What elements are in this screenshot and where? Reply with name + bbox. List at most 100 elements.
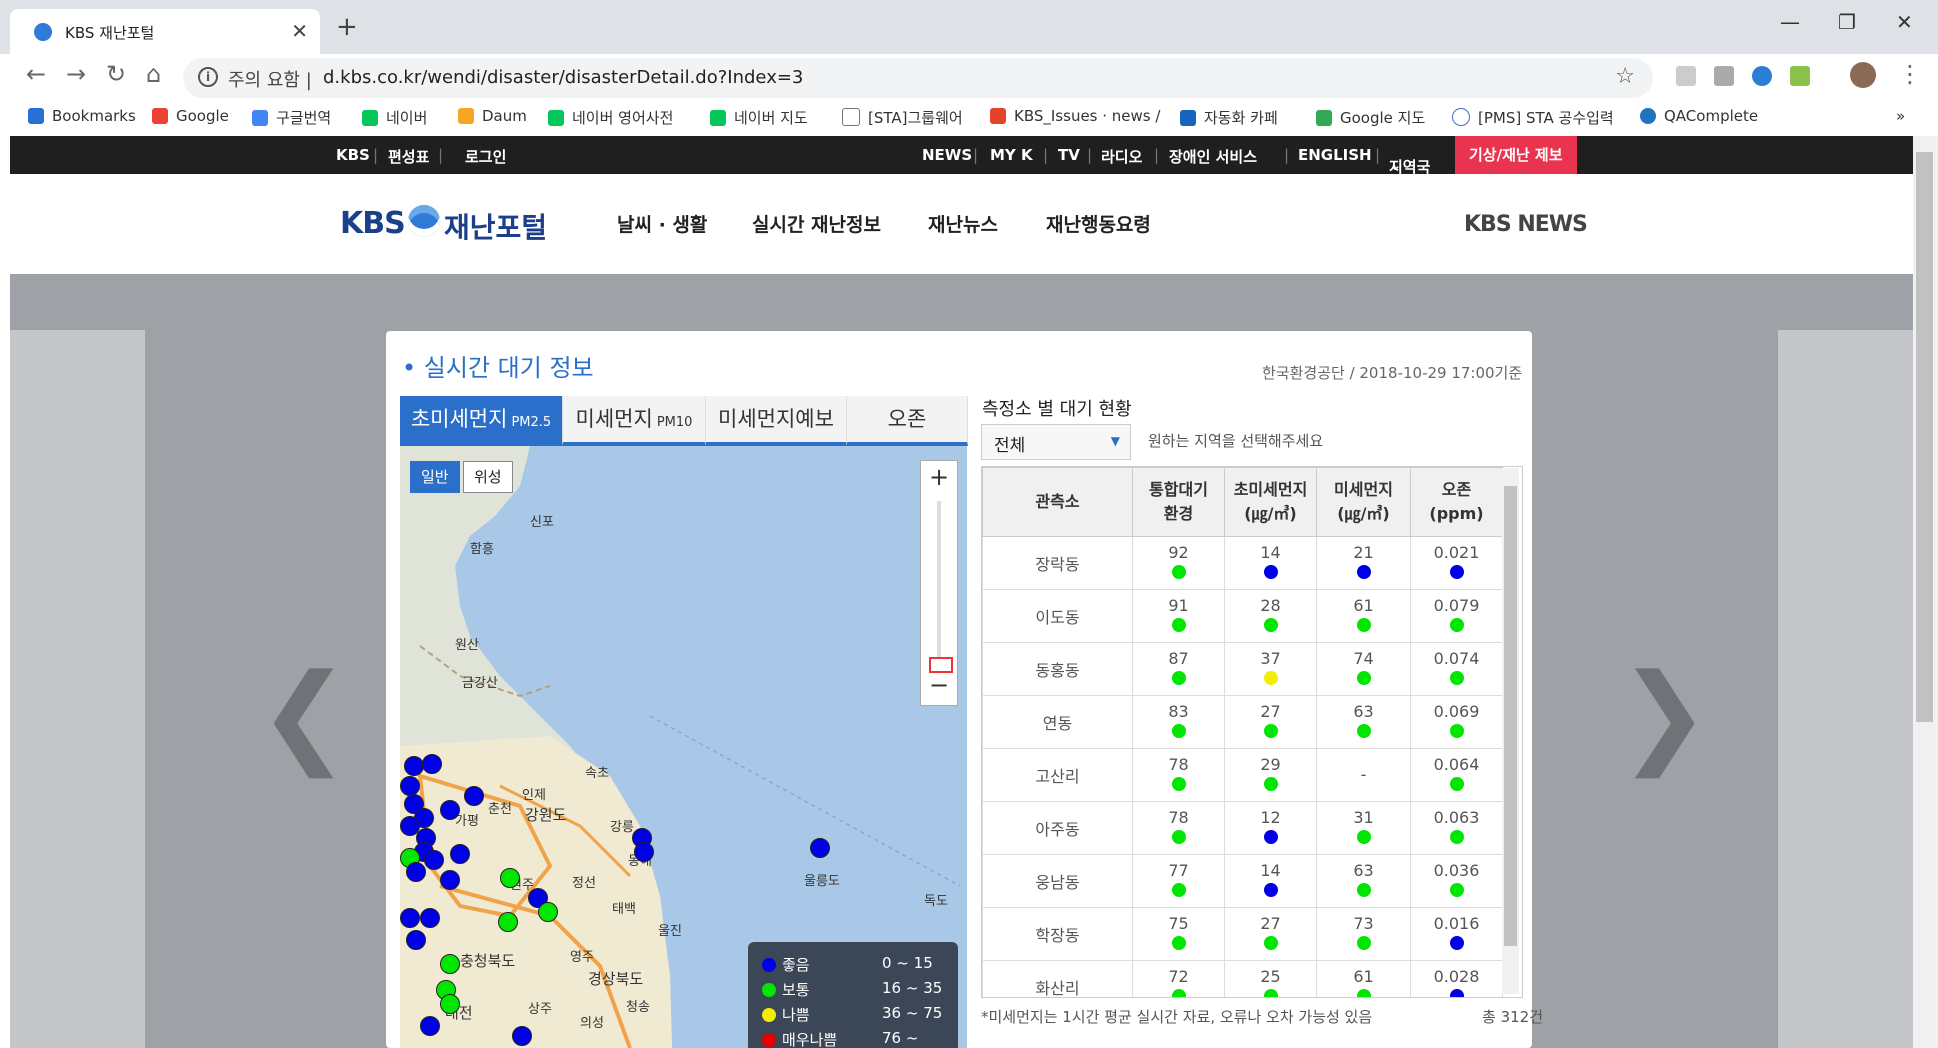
menu-action-guide[interactable]: 재난행동요령 <box>1046 210 1151 237</box>
zoom-in-button[interactable]: + <box>921 463 957 491</box>
station-marker[interactable] <box>406 862 426 882</box>
station-marker[interactable] <box>450 844 470 864</box>
table-row[interactable]: 학장동 75 27 73 0.016 <box>982 907 1503 961</box>
gnb-link-kbs[interactable]: KBS <box>336 146 370 164</box>
gnb-link-radio[interactable]: 라디오 <box>1101 146 1142 167</box>
extension-arrows-icon[interactable] <box>1752 66 1772 86</box>
address-bar[interactable]: i 주의 요함 | d.kbs.co.kr/wendi/disaster/dis… <box>183 58 1653 98</box>
site-logo-text[interactable]: 재난포털 <box>444 206 547 246</box>
tab-ozone[interactable]: 오존 <box>847 396 968 446</box>
bookmark-star-icon[interactable]: ☆ <box>1615 64 1635 89</box>
bookmark-item[interactable]: QAComplete <box>1640 107 1758 125</box>
table-row[interactable]: 고산리 78 29 - 0.064 <box>982 748 1503 802</box>
bookmark-item[interactable]: [PMS] STA 공수입력 <box>1452 107 1614 128</box>
tab-pm10[interactable]: 미세먼지 PM10 <box>563 396 706 446</box>
zoom-track[interactable] <box>937 501 941 661</box>
table-row[interactable]: 화산리 72 25 61 0.028 <box>982 960 1503 997</box>
station-marker[interactable] <box>810 838 830 858</box>
reload-icon[interactable]: ↻ <box>106 60 126 88</box>
station-marker[interactable] <box>440 870 460 890</box>
city-label: 상주 <box>528 1002 552 1017</box>
table-row[interactable]: 연동 83 27 63 0.069 <box>982 695 1503 749</box>
gnb-link-schedule[interactable]: 편성표 <box>388 146 429 167</box>
table-row[interactable]: 동홍동 87 37 74 0.074 <box>982 642 1503 696</box>
restore-icon[interactable]: ❐ <box>1838 10 1856 34</box>
zoom-control[interactable]: + − <box>920 460 958 706</box>
station-marker[interactable] <box>440 800 460 820</box>
bookmark-item[interactable]: Bookmarks <box>28 107 136 125</box>
bookmark-item[interactable]: 구글번역 <box>252 107 331 128</box>
station-marker[interactable] <box>424 850 444 870</box>
bookmarks-overflow[interactable]: » <box>1896 107 1905 125</box>
station-marker[interactable] <box>634 842 654 862</box>
prev-arrow-icon[interactable]: ❮ <box>258 650 350 778</box>
bookmark-item[interactable]: 네이버 영어사전 <box>548 107 673 128</box>
region-select[interactable]: 전체 ▼ <box>981 424 1131 460</box>
station-marker[interactable] <box>406 930 426 950</box>
extension-ex-icon[interactable] <box>1714 66 1734 86</box>
extension-ladder-icon[interactable] <box>1790 66 1810 86</box>
home-icon[interactable]: ⌂ <box>146 60 161 88</box>
profile-avatar[interactable] <box>1850 62 1876 88</box>
menu-weather[interactable]: 날씨 · 생활 <box>617 210 707 237</box>
table-row[interactable]: 이도동 91 28 61 0.079 <box>982 589 1503 643</box>
window-close-icon[interactable]: ✕ <box>1896 10 1913 34</box>
url-text[interactable]: d.kbs.co.kr/wendi/disaster/disasterDetai… <box>323 67 803 88</box>
station-marker[interactable] <box>440 994 460 1014</box>
bookmark-item[interactable]: 네이버 <box>362 107 427 128</box>
kbs-logo[interactable]: KBS <box>340 206 406 241</box>
minimize-icon[interactable]: — <box>1780 10 1800 34</box>
gnb-link-accessibility[interactable]: 장애인 서비스 <box>1169 146 1257 167</box>
station-marker[interactable] <box>512 1026 532 1046</box>
forward-icon[interactable]: → <box>66 60 86 88</box>
value-text: 63 <box>1353 702 1374 721</box>
tab-forecast[interactable]: 미세먼지예보 <box>706 396 847 446</box>
bookmark-item[interactable]: Daum <box>458 107 527 125</box>
station-marker[interactable] <box>464 786 484 806</box>
station-marker[interactable] <box>400 776 420 796</box>
cell-khai: 78 <box>1132 748 1225 802</box>
map-type-satellite[interactable]: 위성 <box>463 461 513 493</box>
gnb-link-tv[interactable]: TV <box>1058 146 1080 164</box>
gnb-link-english[interactable]: ENGLISH <box>1298 146 1372 164</box>
bookmark-item[interactable]: KBS_Issues · news / <box>990 107 1160 125</box>
table-row[interactable]: 웅남동 77 14 63 0.036 <box>982 854 1503 908</box>
info-icon[interactable]: i <box>198 67 218 87</box>
station-marker[interactable] <box>440 954 460 974</box>
menu-disaster-news[interactable]: 재난뉴스 <box>928 210 998 237</box>
station-marker[interactable] <box>538 902 558 922</box>
station-marker[interactable] <box>498 912 518 932</box>
station-marker[interactable] <box>420 908 440 928</box>
table-scrollbar-thumb[interactable] <box>1504 486 1517 946</box>
page-scrollbar-thumb[interactable] <box>1916 152 1933 722</box>
gnb-link-login[interactable]: 로그인 <box>465 146 506 167</box>
extension-icon[interactable] <box>1676 66 1696 86</box>
map-type-normal[interactable]: 일반 <box>410 461 460 493</box>
menu-icon[interactable]: ⋮ <box>1898 60 1922 88</box>
bookmark-item[interactable]: 자동화 카페 <box>1180 107 1278 128</box>
bookmark-item[interactable]: Google <box>152 107 229 125</box>
station-marker[interactable] <box>420 1016 440 1036</box>
zoom-out-button[interactable]: − <box>921 671 957 699</box>
browser-tab[interactable]: KBS 재난포털 ✕ <box>10 9 320 54</box>
bookmark-item[interactable]: [STA]그룹웨어 <box>842 107 963 128</box>
tab-pm25[interactable]: 초미세먼지 PM2.5 <box>400 396 563 446</box>
station-marker[interactable] <box>404 756 424 776</box>
table-row[interactable]: 장락동 92 14 21 0.021 <box>982 536 1503 590</box>
station-marker[interactable] <box>422 754 442 774</box>
menu-realtime-disaster[interactable]: 실시간 재난정보 <box>752 210 881 237</box>
bookmark-item[interactable]: 네이버 지도 <box>710 107 808 128</box>
station-marker[interactable] <box>500 868 520 888</box>
next-arrow-icon[interactable]: ❯ <box>1618 650 1710 778</box>
bookmark-item[interactable]: Google 지도 <box>1316 107 1425 128</box>
disaster-report-button[interactable]: 기상/재난 제보 <box>1455 136 1577 174</box>
back-icon[interactable]: ← <box>26 60 46 88</box>
table-row[interactable]: 아주동 78 12 31 0.063 <box>982 801 1503 855</box>
close-tab-icon[interactable]: ✕ <box>291 19 308 43</box>
new-tab-icon[interactable]: + <box>336 12 358 42</box>
gnb-link-myk[interactable]: MY K <box>990 146 1033 164</box>
kbs-news-logo[interactable]: KBS NEWS <box>1464 212 1588 237</box>
gnb-link-news[interactable]: NEWS <box>922 146 972 164</box>
station-marker[interactable] <box>400 908 420 928</box>
air-quality-map[interactable]: 일반 위성 + − 신포 함흥 원산 금강산 속초 인제 강원도 춘천 가평 강… <box>400 446 967 1048</box>
